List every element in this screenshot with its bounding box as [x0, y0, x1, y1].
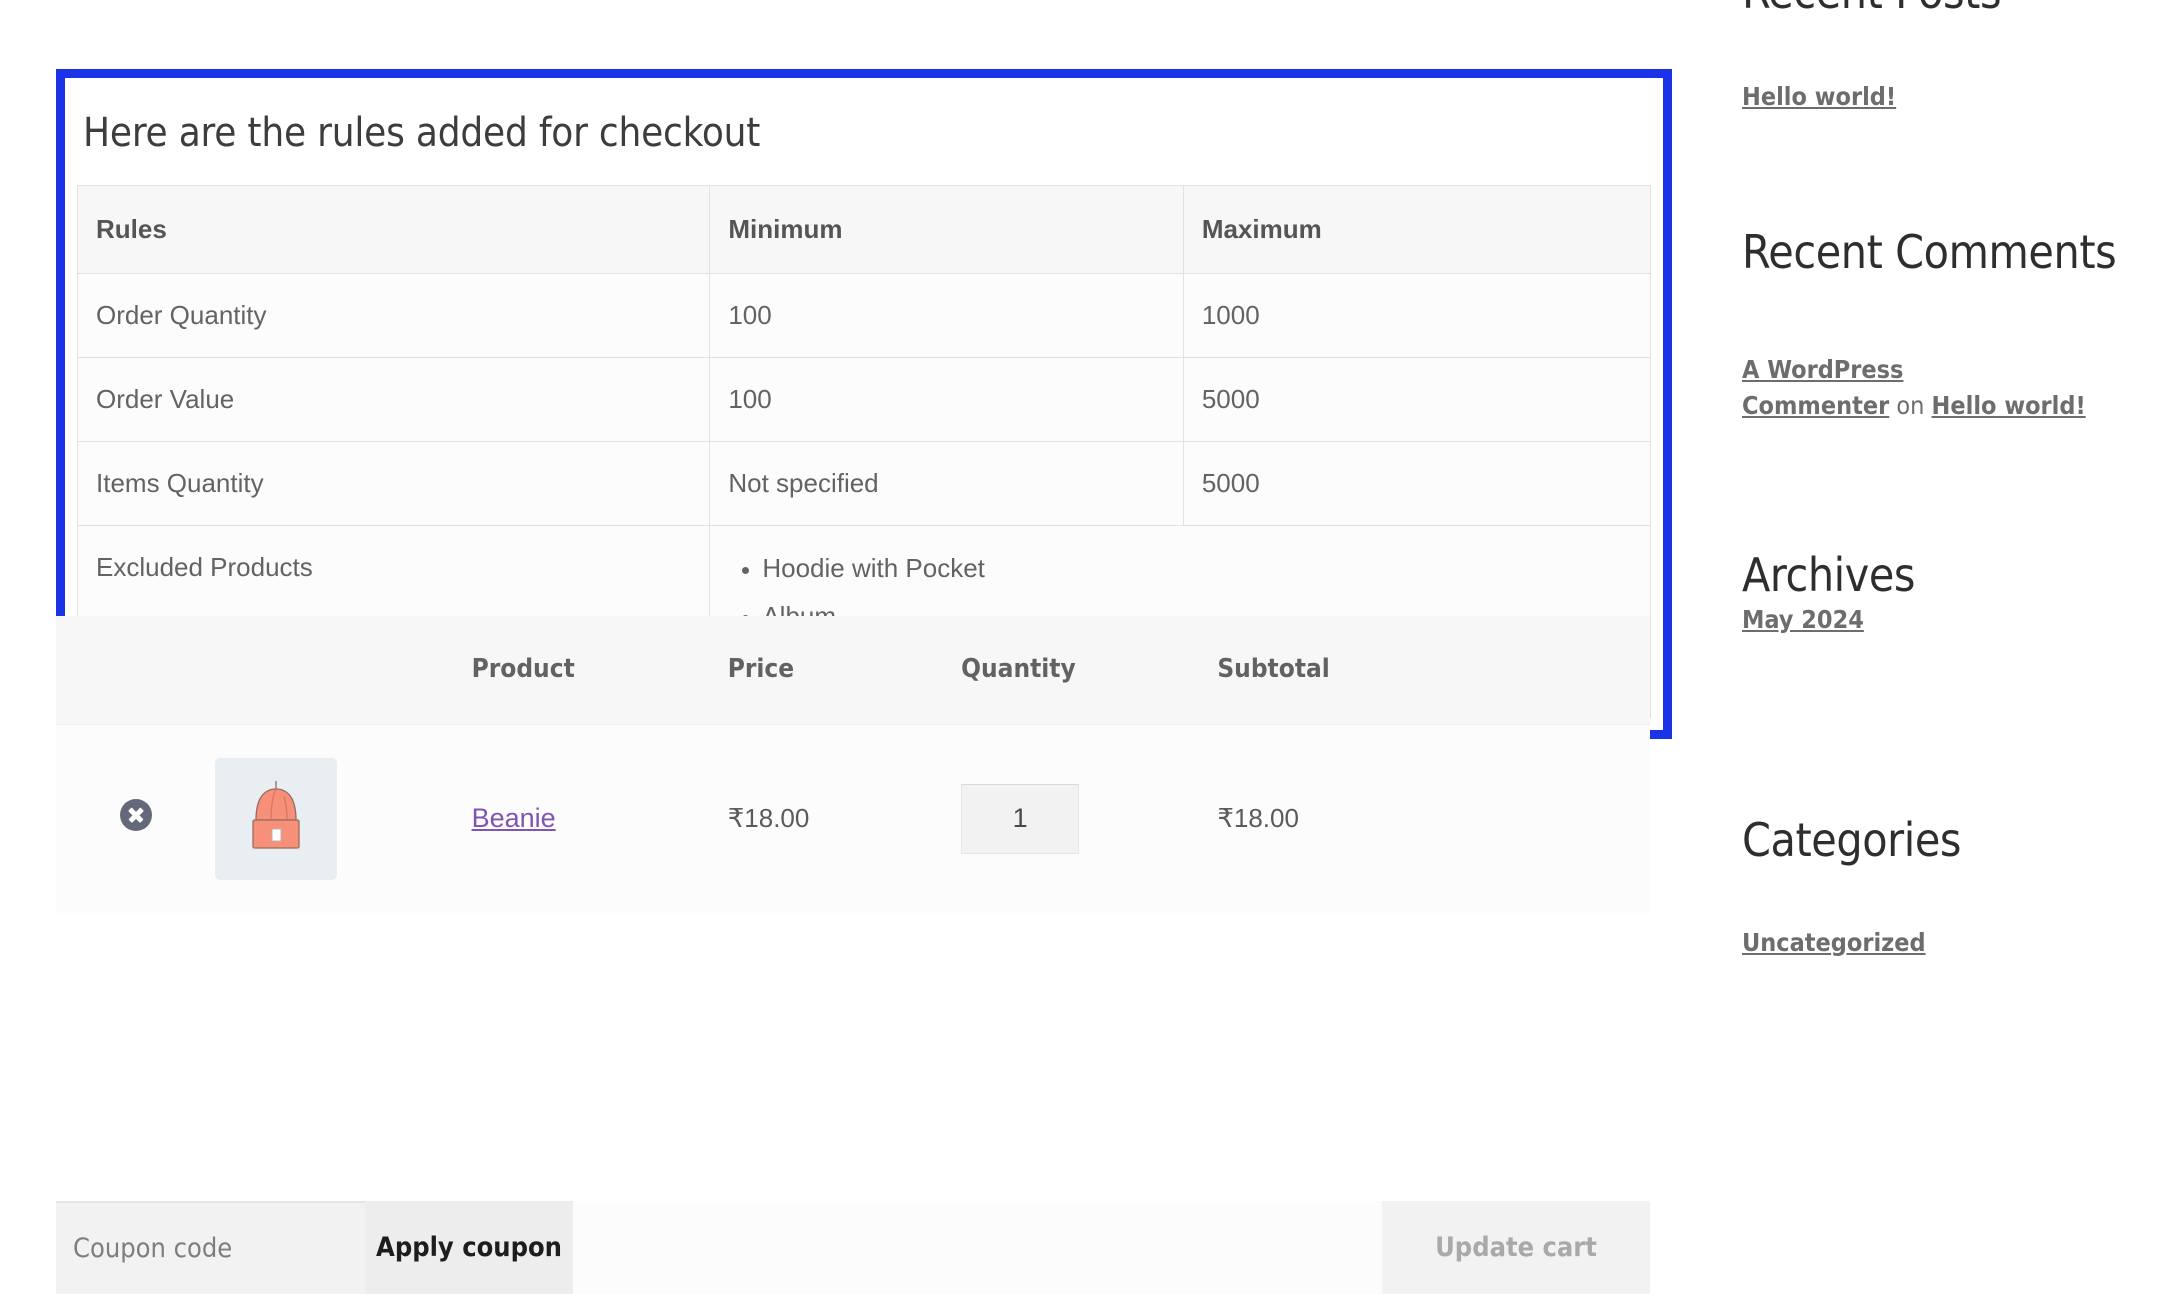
cart-actions-row: Apply coupon Update cart — [56, 1201, 1650, 1294]
rule-maximum-cell: 1000 — [1182, 273, 1652, 359]
sidebar-item-hello-world[interactable]: Hello world! — [1742, 82, 1896, 111]
comment-post-link[interactable]: Hello world! — [1932, 391, 2086, 420]
sidebar: Recent Posts Hello world! Recent Comment… — [1742, 0, 2181, 1296]
main-content-column: Here are the rules added for checkout Ru… — [0, 0, 1740, 1296]
coupon-code-input[interactable] — [56, 1201, 365, 1294]
cart-product-name-cell: Beanie — [471, 724, 728, 913]
table-row: Order Quantity 100 1000 — [76, 273, 1652, 359]
page-root: Here are the rules added for checkout Ru… — [0, 0, 2181, 1296]
comment-space-2 — [1924, 391, 1931, 420]
rule-minimum-cell: 100 — [709, 357, 1184, 443]
sidebar-item-uncategorized[interactable]: Uncategorized — [1742, 928, 1926, 957]
sidebar-heading-recent-posts: Recent Posts — [1742, 0, 2002, 16]
sidebar-item-may-2024[interactable]: May 2024 — [1742, 605, 1864, 634]
cart-col-header-subtotal: Subtotal — [1217, 616, 1650, 725]
rule-name-cell: Order Value — [76, 357, 711, 443]
cart-remove-cell — [56, 724, 216, 913]
rule-maximum-cell: 5000 — [1182, 441, 1652, 527]
rules-col-header-minimum: Minimum — [709, 184, 1184, 275]
apply-coupon-button[interactable]: Apply coupon — [365, 1201, 573, 1294]
close-circle-icon[interactable] — [119, 799, 152, 832]
cart-price-cell: ₹18.00 — [727, 724, 962, 913]
rules-col-header-rules: Rules — [76, 184, 711, 275]
sidebar-recent-comment: A WordPress Commenter on Hello world! — [1742, 352, 2154, 425]
beanie-icon — [252, 780, 301, 849]
cart-quantity-cell: 1 — [961, 724, 1218, 913]
cart-subtotal-cell: ₹18.00 — [1217, 724, 1650, 913]
rule-maximum-cell: 5000 — [1182, 357, 1652, 443]
rule-name-cell: Order Quantity — [76, 273, 711, 359]
cart-col-header-quantity: Quantity — [961, 616, 1218, 725]
quantity-input[interactable]: 1 — [961, 783, 1080, 854]
table-row: Order Value 100 5000 — [76, 357, 1652, 443]
rules-table-header-row: Rules Minimum Maximum — [76, 184, 1652, 275]
comment-author-link[interactable]: A WordPress Commenter — [1742, 355, 1903, 420]
sidebar-heading-categories: Categories — [1742, 813, 1962, 867]
cart-col-header-price: Price — [727, 616, 962, 725]
cart-col-header-remove — [56, 616, 216, 725]
cart-header-row: Product Price Quantity Subtotal — [56, 616, 1650, 725]
cart-col-header-thumbnail — [215, 616, 472, 725]
product-link[interactable]: Beanie — [472, 803, 556, 833]
table-row: Beanie ₹18.00 1 ₹18.00 — [56, 724, 1650, 913]
product-thumbnail[interactable] — [215, 757, 338, 880]
cart-col-header-product: Product — [471, 616, 728, 725]
sidebar-heading-recent-comments: Recent Comments — [1742, 225, 2117, 279]
comment-connector-label: on — [1896, 391, 1925, 421]
cart-table-wrapper: Product Price Quantity Subtotal Beanie ₹… — [56, 616, 1650, 913]
rule-minimum-cell: 100 — [709, 273, 1184, 359]
list-item: Hoodie with Pocket — [762, 550, 1632, 588]
table-row: Items Quantity Not specified 5000 — [76, 441, 1652, 527]
update-cart-button[interactable]: Update cart — [1382, 1201, 1650, 1294]
sidebar-heading-archives: Archives — [1742, 548, 1916, 602]
rule-minimum-cell: Not specified — [709, 441, 1184, 527]
shop-cart-table: Product Price Quantity Subtotal Beanie ₹… — [56, 616, 1650, 913]
rules-panel-title: Here are the rules added for checkout — [83, 110, 761, 156]
rule-name-cell: Items Quantity — [76, 441, 711, 527]
rules-col-header-maximum: Maximum — [1182, 184, 1652, 275]
cart-actions-spacer — [573, 1201, 1382, 1294]
cart-thumbnail-cell — [215, 724, 472, 913]
